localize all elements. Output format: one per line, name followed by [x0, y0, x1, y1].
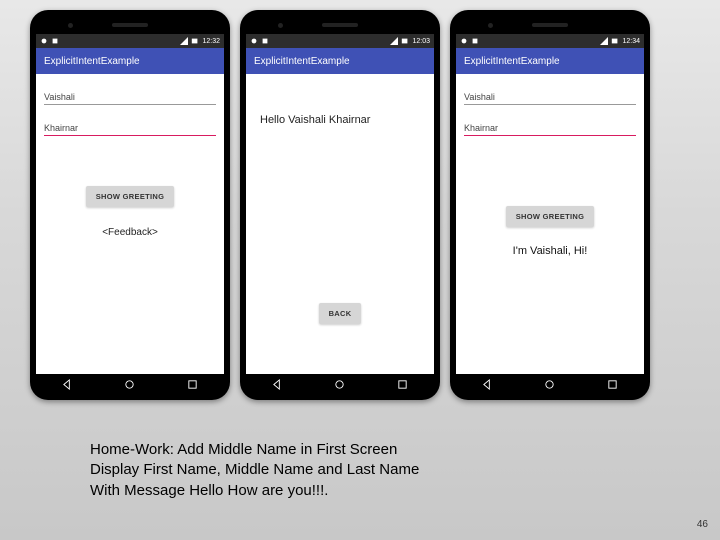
homework-line-1: Home-Work: Add Middle Name in First Scre… [90, 440, 419, 460]
phone-bezel-top [246, 16, 434, 34]
camera-icon [488, 23, 493, 28]
status-right: 12:34 [600, 37, 640, 45]
page-number: 46 [697, 519, 708, 530]
show-greeting-button[interactable]: SHOW GREETING [86, 186, 175, 207]
home-nav-icon[interactable] [333, 377, 347, 391]
signal-icon [600, 37, 608, 45]
speaker-icon [112, 23, 148, 27]
back-nav-icon[interactable] [480, 377, 494, 391]
status-right: 12:32 [180, 37, 220, 45]
phone-screen: 12:32 ExplicitIntentExample SHOW GREETIN… [36, 34, 224, 394]
status-bar: 12:32 [36, 34, 224, 48]
app-bar: ExplicitIntentExample [36, 48, 224, 74]
lastname-input[interactable] [464, 115, 636, 136]
status-time: 12:03 [412, 38, 430, 45]
camera-icon [68, 23, 73, 28]
content-area: SHOW GREETING <Feedback> [36, 74, 224, 374]
recents-nav-icon[interactable] [606, 377, 620, 391]
spacer [44, 146, 216, 186]
greeting-text: Hello Vaishali Khairnar [254, 114, 426, 126]
phone-bezel-top [36, 16, 224, 34]
status-left [460, 37, 479, 45]
status-bar: 12:03 [246, 34, 434, 48]
home-nav-icon[interactable] [543, 377, 557, 391]
content-area: SHOW GREETING I'm Vaishali, Hi! [456, 74, 644, 374]
debug-icon [40, 37, 48, 45]
debug-icon [460, 37, 468, 45]
recents-nav-icon[interactable] [396, 377, 410, 391]
phone-bezel-top [456, 16, 644, 34]
phone-1: 12:32 ExplicitIntentExample SHOW GREETIN… [30, 10, 230, 400]
show-greeting-button[interactable]: SHOW GREETING [506, 206, 595, 227]
status-time: 12:34 [622, 38, 640, 45]
phone-2: 12:03 ExplicitIntentExample Hello Vaisha… [240, 10, 440, 400]
nav-bar [246, 374, 434, 394]
notification-icon [51, 37, 59, 45]
status-left [250, 37, 269, 45]
phone-screen: 12:03 ExplicitIntentExample Hello Vaisha… [246, 34, 434, 394]
debug-icon [250, 37, 258, 45]
result-text: I'm Vaishali, Hi! [464, 245, 636, 257]
signal-icon [390, 37, 398, 45]
notification-icon [471, 37, 479, 45]
speaker-icon [322, 23, 358, 27]
app-title: ExplicitIntentExample [44, 56, 140, 67]
app-title: ExplicitIntentExample [464, 56, 560, 67]
camera-icon [278, 23, 283, 28]
back-nav-icon[interactable] [60, 377, 74, 391]
spacer [464, 146, 636, 206]
homework-line-3: With Message Hello How are you!!!. [90, 481, 419, 501]
speaker-icon [532, 23, 568, 27]
battery-icon [611, 37, 619, 45]
notification-icon [261, 37, 269, 45]
feedback-label: <Feedback> [44, 227, 216, 238]
home-nav-icon[interactable] [123, 377, 137, 391]
homework-line-2: Display First Name, Middle Name and Last… [90, 460, 419, 480]
phone-screen: 12:34 ExplicitIntentExample SHOW GREETIN… [456, 34, 644, 394]
status-left [40, 37, 59, 45]
signal-icon [180, 37, 188, 45]
phone-3: 12:34 ExplicitIntentExample SHOW GREETIN… [450, 10, 650, 400]
nav-bar [36, 374, 224, 394]
lastname-input[interactable] [44, 115, 216, 136]
lastname-wrapper [464, 115, 636, 146]
back-button[interactable]: BACK [319, 303, 362, 324]
firstname-input[interactable] [44, 84, 216, 105]
app-title: ExplicitIntentExample [254, 56, 350, 67]
battery-icon [401, 37, 409, 45]
nav-bar [456, 374, 644, 394]
recents-nav-icon[interactable] [186, 377, 200, 391]
status-right: 12:03 [390, 37, 430, 45]
phones-row: 12:32 ExplicitIntentExample SHOW GREETIN… [0, 0, 720, 400]
homework-text: Home-Work: Add Middle Name in First Scre… [90, 440, 419, 501]
status-bar: 12:34 [456, 34, 644, 48]
battery-icon [191, 37, 199, 45]
app-bar: ExplicitIntentExample [246, 48, 434, 74]
app-bar: ExplicitIntentExample [456, 48, 644, 74]
spacer [254, 176, 426, 303]
status-time: 12:32 [202, 38, 220, 45]
back-nav-icon[interactable] [270, 377, 284, 391]
content-area: Hello Vaishali Khairnar BACK [246, 74, 434, 374]
firstname-input[interactable] [464, 84, 636, 105]
